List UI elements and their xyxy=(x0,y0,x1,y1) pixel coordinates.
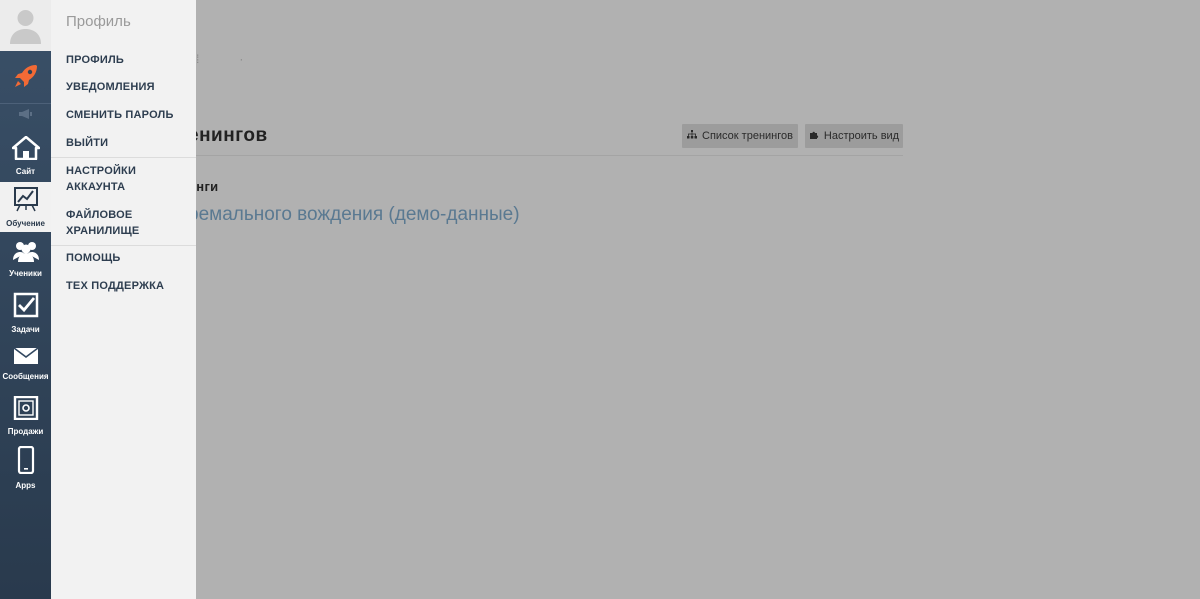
puzzle-icon xyxy=(809,130,819,143)
menu-divider xyxy=(51,245,196,246)
rail-label-learning: Обучение xyxy=(6,219,45,228)
phone-icon xyxy=(17,445,35,479)
training-list-label: Список тренингов xyxy=(702,130,793,142)
chart-easel-icon xyxy=(13,186,39,217)
safe-icon xyxy=(13,395,39,425)
checkbox-icon xyxy=(13,292,39,323)
menu-divider xyxy=(51,157,196,158)
rail-label-students: Ученики xyxy=(9,269,42,278)
profile-menu-panel: Профиль ПРОФИЛЬ УВЕДОМЛЕНИЯ СМЕНИТЬ ПАРО… xyxy=(51,0,196,599)
rail-label-tasks: Задачи xyxy=(11,325,40,334)
menu-item-change-password[interactable]: СМЕНИТЬ ПАРОЛЬ xyxy=(66,107,174,123)
rail-item-sales[interactable]: Продажи xyxy=(0,395,51,436)
rocket-icon xyxy=(12,62,40,95)
rail-label-site: Сайт xyxy=(15,167,36,176)
menu-item-logout[interactable]: ВЫЙТИ xyxy=(66,135,108,151)
rail-label-sales: Продажи xyxy=(7,427,44,436)
rail-item-tasks[interactable]: Задачи xyxy=(0,292,51,334)
megaphone-icon xyxy=(17,107,35,125)
user-avatar-icon xyxy=(10,10,41,44)
breadcrumb-fragment: ⁞ · xyxy=(196,52,244,66)
rail-item-students[interactable]: Ученики xyxy=(0,240,51,280)
sitemap-icon xyxy=(687,130,698,142)
rail-divider xyxy=(0,103,51,104)
rail-item-announcements[interactable] xyxy=(0,108,51,124)
profile-menu-title: Профиль xyxy=(66,13,131,30)
menu-item-profile[interactable]: ПРОФИЛЬ xyxy=(66,52,124,68)
users-icon xyxy=(12,240,40,267)
rail-label-apps: Apps xyxy=(15,481,36,490)
configure-view-button[interactable]: Настроить вид xyxy=(805,124,903,148)
training-link[interactable]: ремального вождения (демо-данные) xyxy=(188,204,520,226)
home-icon xyxy=(11,135,40,165)
rail-item-apps[interactable]: Apps xyxy=(0,445,51,490)
menu-item-notifications[interactable]: УВЕДОМЛЕНИЯ xyxy=(66,79,155,95)
menu-item-file-storage[interactable]: ФАЙЛОВОЕ ХРАНИЛИЩЕ xyxy=(66,207,161,239)
training-list-button[interactable]: Список тренингов xyxy=(682,124,798,148)
avatar[interactable] xyxy=(0,0,51,51)
menu-item-tech-support[interactable]: ТЕХ ПОДДЕРЖКА xyxy=(66,278,164,294)
left-nav-rail: Сайт Обучение Ученики Задачи Сообщения П… xyxy=(0,0,51,599)
header-divider xyxy=(196,155,903,156)
menu-item-help[interactable]: ПОМОЩЬ xyxy=(66,250,121,266)
menu-item-account-settings[interactable]: НАСТРОЙКИ АККАУНТА xyxy=(66,163,161,195)
rail-item-learning[interactable]: Обучение xyxy=(0,182,51,232)
configure-view-label: Настроить вид xyxy=(823,130,900,142)
rail-item-site[interactable]: Сайт xyxy=(0,135,51,178)
rail-item-home-rocket[interactable] xyxy=(0,57,51,99)
envelope-icon xyxy=(13,347,39,370)
rail-label-messages: Сообщения xyxy=(2,372,49,381)
page-title: енингов xyxy=(188,125,268,146)
rail-item-messages[interactable]: Сообщения xyxy=(0,347,51,383)
